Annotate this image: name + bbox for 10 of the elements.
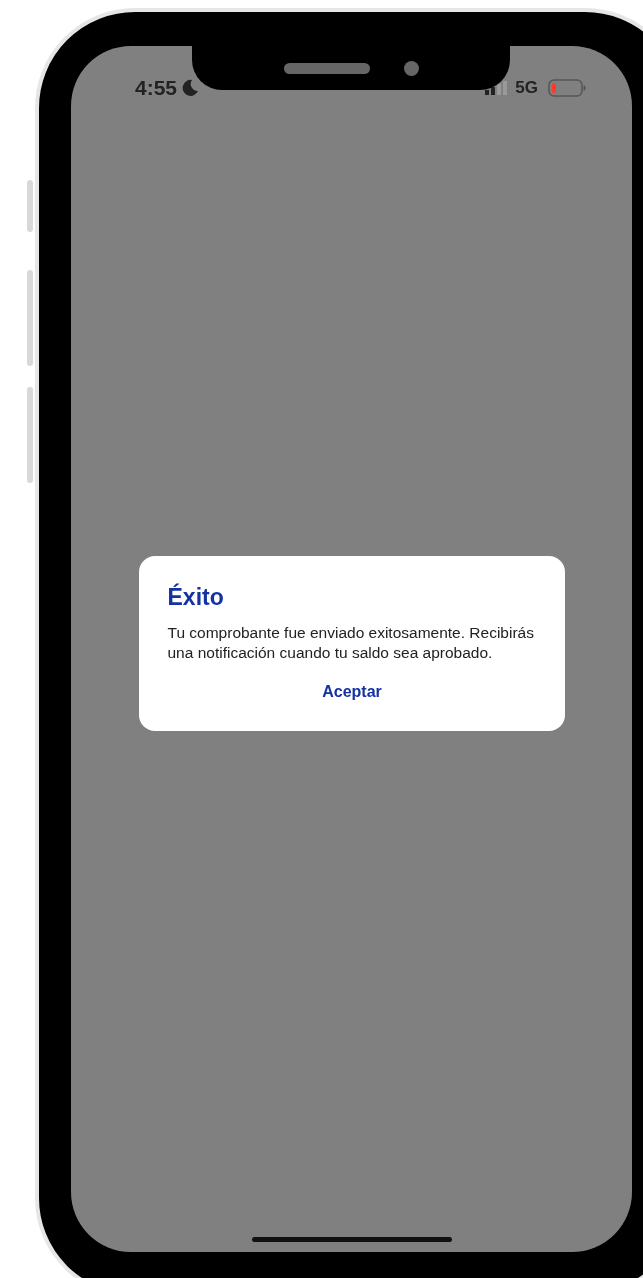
- speaker-icon: [283, 62, 370, 74]
- network-label: 5G: [515, 78, 538, 98]
- signal-icon: [485, 81, 508, 95]
- status-time: 4:55: [135, 76, 178, 100]
- dialog-title: Éxito: [167, 584, 225, 611]
- moon-icon: [181, 79, 200, 97]
- accept-button[interactable]: Aceptar: [314, 679, 390, 705]
- camera-icon: [403, 60, 419, 76]
- battery-icon: [548, 79, 586, 97]
- dialog-message: Tu comprobante fue enviado exitosamente. Recibirás una notificación cuando tu saldo sea aprobado.: [167, 623, 535, 663]
